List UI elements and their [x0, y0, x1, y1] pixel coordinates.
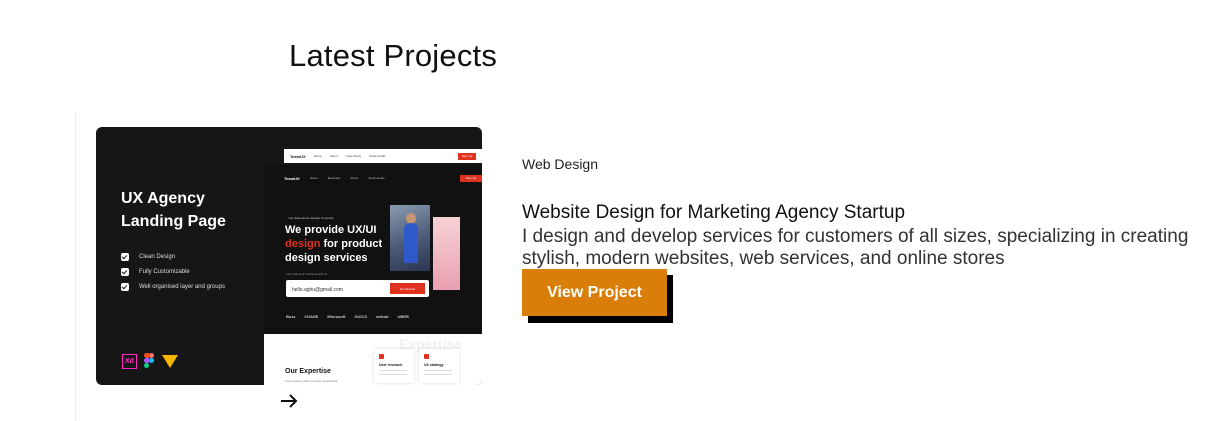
arrow-right-icon[interactable]: [280, 391, 298, 411]
client-logo: airbnb: [376, 314, 389, 319]
client-logo: Microsoft: [327, 314, 346, 319]
client-logo: UBER: [397, 314, 409, 319]
sketch-icon: [162, 354, 178, 368]
figma-icon: [144, 353, 155, 369]
thumbnail-title-line2: Landing Page: [121, 213, 226, 230]
mockup-expertise-sub: Lorem ipsum dolor sit amet consectetur: [285, 379, 338, 383]
mockup-headline-rest: for product: [320, 238, 383, 250]
service-title: UX strategy: [424, 363, 444, 367]
mockup-form-label: Let's talk your business with us: [286, 272, 328, 276]
project-thumbnail[interactable]: UX Agency Landing Page Clean Design Full…: [96, 127, 482, 385]
mockup-link: Case Study: [345, 154, 362, 158]
checkbox-icon: [121, 282, 129, 291]
mockup-link: About: [329, 154, 338, 158]
mockup-link: Expertise: [327, 176, 341, 180]
client-logo: CHASE: [304, 314, 319, 319]
service-line: [424, 370, 452, 371]
divider-line: [75, 112, 76, 421]
mockup-headline-line: We provide UX/UI: [285, 224, 377, 236]
mockup-topbar: TeamUX Home About Case Study Testimonial…: [284, 149, 482, 163]
feature-list: Clean Design Fully Customizable Well org…: [121, 249, 225, 294]
service-icon: [379, 354, 384, 359]
mockup-nav: TeamUX Home Expertise About Testimonials…: [284, 173, 482, 183]
xd-icon: Xd: [122, 353, 137, 369]
service-line: [379, 370, 407, 371]
mockup-headline-red: design: [285, 238, 321, 250]
website-mockup: TeamUX Home About Case Study Testimonial…: [264, 147, 482, 385]
view-project-button[interactable]: View Project: [522, 269, 667, 316]
project-category: Web Design: [522, 156, 599, 172]
mockup-logo: TeamUX: [284, 175, 300, 181]
mockup-link: Home: [313, 154, 322, 158]
client-logo: Buzz: [286, 314, 296, 319]
mockup-link: Testimonials: [368, 176, 385, 180]
mockup-headline-line: design services: [285, 252, 368, 264]
mockup-signup-button: Sign Up: [458, 152, 476, 160]
feature-item: Fully Customizable: [121, 264, 225, 279]
mockup-link: Testimonials: [369, 154, 386, 158]
mockup-eyebrow: Your Experience Design Company: [288, 216, 334, 220]
mockup-headline-line: design for product: [285, 237, 382, 251]
feature-item: Well organised layer and groups: [121, 279, 225, 294]
feature-label: Well organised layer and groups: [139, 283, 225, 290]
tool-icons: Xd: [122, 353, 178, 369]
mockup-input-value: hello.aghu@gmail.com: [292, 287, 343, 293]
mockup-pink-panel: [433, 217, 460, 290]
service-title: User research: [379, 363, 403, 367]
feature-item: Clean Design: [121, 249, 225, 264]
checkbox-icon: [121, 267, 129, 276]
checkbox-icon: [121, 252, 129, 261]
service-line: [379, 374, 407, 375]
mockup-client-logos: Buzz CHASE Microsoft GUCCI airbnb UBER: [286, 314, 409, 319]
service-icon: [424, 354, 429, 359]
mockup-service-card: User research: [374, 349, 414, 383]
mockup-link: Home: [309, 176, 318, 180]
feature-label: Fully Customizable: [139, 268, 190, 275]
mockup-logo: TeamUX: [290, 153, 306, 159]
feature-label: Clean Design: [139, 253, 176, 260]
thumbnail-title-line1: UX Agency: [121, 190, 205, 207]
mockup-signup-button: Sign Up: [460, 174, 482, 182]
service-line: [424, 374, 452, 375]
mockup-service-card: UX strategy: [419, 349, 459, 383]
thumbnail-title: UX Agency Landing Page: [121, 187, 226, 233]
client-logo: GUCCI: [354, 314, 368, 319]
mockup-headline: We provide UX/UI design for product desi…: [285, 223, 382, 265]
mockup-submit-button: Get Started: [390, 283, 425, 294]
mockup-email-input: hello.aghu@gmail.com Get Started: [286, 280, 429, 297]
mockup-link: About: [350, 176, 359, 180]
mockup-photo: [390, 205, 430, 271]
mockup-expertise-title: Our Expertise: [285, 368, 331, 375]
person-body: [404, 223, 418, 263]
section-title: Latest Projects: [289, 38, 498, 73]
project-description: I design and develop services for custom…: [522, 226, 1189, 269]
project-title: Website Design for Marketing Agency Star…: [522, 202, 906, 223]
